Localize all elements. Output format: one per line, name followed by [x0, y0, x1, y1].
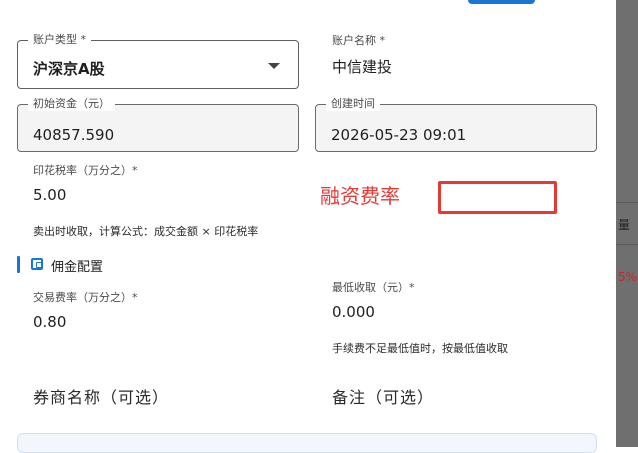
annotation-highlight-box	[438, 181, 557, 214]
min-charge-helper: 手续费不足最低值时，按最低值收取	[332, 342, 508, 355]
account-name-input[interactable]: 中信建投	[332, 56, 392, 77]
min-charge-input[interactable]: 0.000	[332, 303, 375, 321]
account-type-select[interactable]: 账户类型 * 沪深京A股	[17, 33, 299, 89]
backdrop-text-fragment: 量	[618, 218, 631, 232]
created-time-label: 创建时间	[326, 97, 380, 111]
created-time-value: 2026-05-23 09:01	[331, 126, 467, 144]
stamp-duty-label: 印花税率（万分之）*	[33, 164, 138, 177]
backdrop-divider	[616, 202, 638, 203]
top-action-button[interactable]	[468, 0, 535, 4]
trade-fee-rate-label: 交易费率（万分之）*	[33, 291, 138, 304]
modal-backdrop[interactable]: 量 5%	[616, 0, 638, 447]
remarks-field[interactable]: 备注（可选）	[332, 384, 434, 408]
wallet-icon	[31, 258, 43, 270]
commission-section-title: 佣金配置	[51, 260, 104, 275]
account-type-value: 沪深京A股	[33, 60, 105, 78]
account-dialog: 账户类型 * 沪深京A股 账户名称 * 中信建投 初始资金（元） 40857.5…	[0, 0, 616, 453]
account-name-label: 账户名称 *	[332, 34, 385, 47]
created-time-field: 创建时间 2026-05-23 09:01	[315, 97, 597, 152]
chevron-down-icon[interactable]	[268, 63, 280, 69]
info-box	[17, 433, 597, 453]
stamp-duty-helper: 卖出时收取，计算公式：成交金额 × 印花税率	[33, 225, 259, 238]
section-accent-bar	[17, 256, 20, 273]
backdrop-divider	[616, 244, 638, 245]
financing-rate-annotation: 融资费率	[320, 184, 400, 208]
min-charge-label: 最低收取（元）*	[332, 281, 415, 294]
backdrop-text-fragment: 5%	[618, 270, 638, 284]
broker-name-field[interactable]: 券商名称（可选）	[33, 384, 169, 408]
stamp-duty-input[interactable]: 5.00	[33, 186, 66, 204]
initial-funds-label: 初始资金（元）	[28, 97, 115, 111]
initial-funds-value: 40857.590	[33, 126, 115, 144]
initial-funds-field: 初始资金（元） 40857.590	[17, 97, 299, 152]
account-type-label: 账户类型 *	[28, 33, 91, 47]
trade-fee-rate-input[interactable]: 0.80	[33, 313, 66, 331]
